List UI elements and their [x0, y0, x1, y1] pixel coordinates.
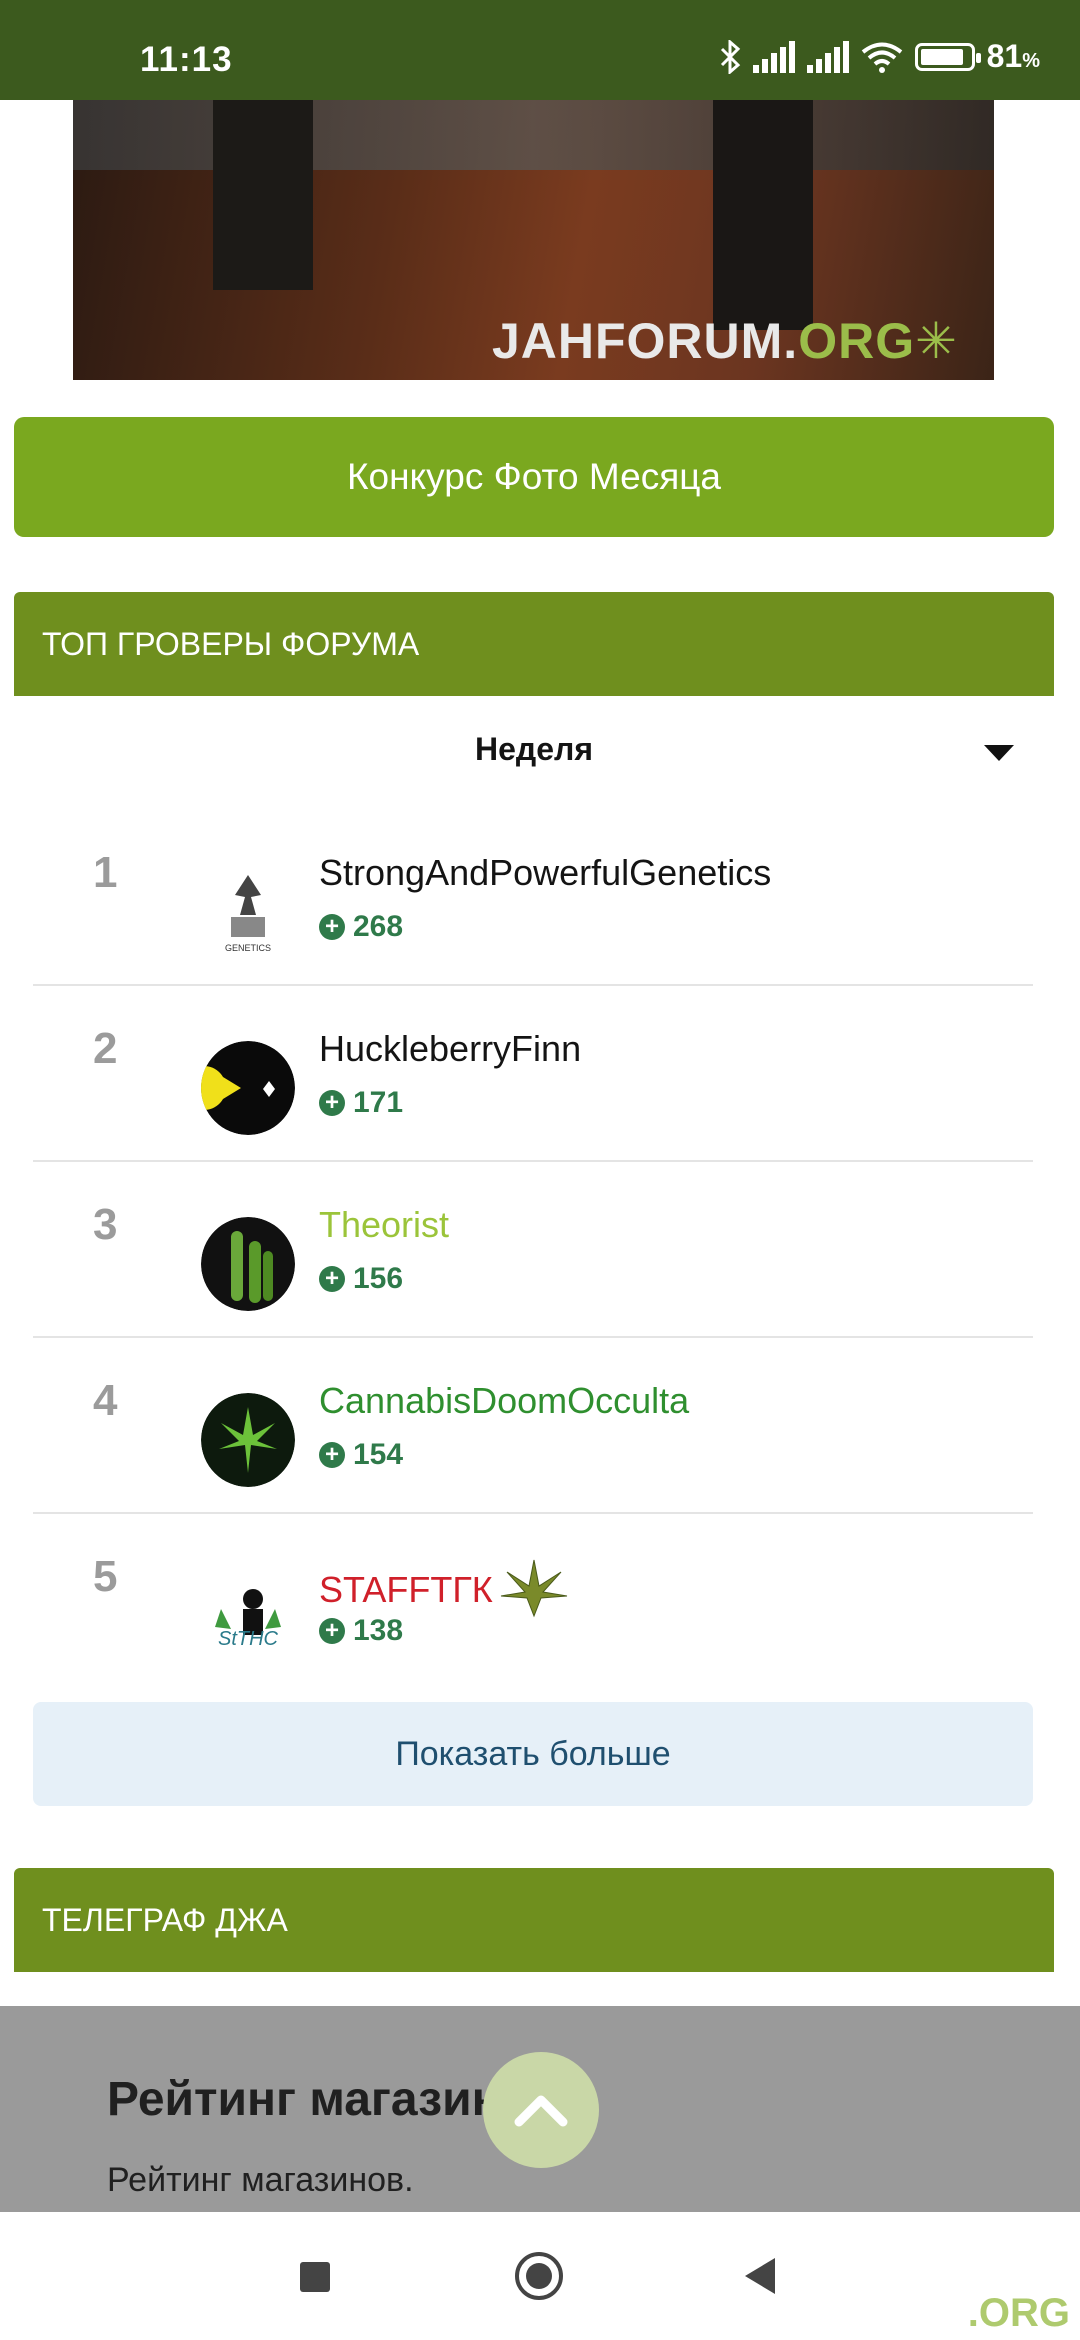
rank-number: 4	[93, 1376, 118, 1425]
contest-photo-banner[interactable]: JAHFORUM.ORG✳	[73, 100, 994, 380]
svg-text:GENETICS: GENETICS	[225, 943, 271, 953]
top-growers-header: ТОП ГРОВЕРЫ ФОРУМА	[14, 592, 1054, 696]
article-subtitle: Рейтинг магазинов.	[107, 2161, 414, 2199]
show-more-button[interactable]: Показать больше	[33, 1702, 1033, 1806]
username[interactable]: CannabisDoomOcculta	[319, 1380, 689, 1422]
plus-circle-icon: +	[319, 1442, 345, 1468]
scroll-to-top-button[interactable]	[483, 2052, 599, 2168]
list-item[interactable]: 4 CannabisDoomOcculta +154	[33, 1338, 1033, 1514]
status-icons: 81%	[719, 38, 1040, 75]
contest-button[interactable]: Конкурс Фото Месяца	[14, 417, 1054, 537]
plus-circle-icon: +	[319, 1618, 345, 1644]
username[interactable]: HuckleberryFinn	[319, 1028, 581, 1070]
username[interactable]: StrongAndPowerfulGenetics	[319, 852, 771, 894]
avatar[interactable]: GENETICS	[201, 865, 295, 959]
rank-number: 5	[93, 1552, 118, 1601]
battery-icon	[914, 42, 981, 71]
leaf-icon: ✳	[915, 313, 958, 369]
avatar[interactable]	[201, 1393, 295, 1487]
score: +138	[319, 1614, 403, 1648]
period-label: Неделя	[474, 730, 593, 767]
plus-circle-icon: +	[319, 1090, 345, 1116]
wifi-icon	[861, 41, 903, 73]
list-item[interactable]: 3 Theorist +156	[33, 1162, 1033, 1338]
battery-percent: 81%	[986, 38, 1040, 74]
rank-number: 1	[93, 848, 118, 897]
bluetooth-icon	[719, 39, 741, 74]
banner-table-leg	[713, 100, 813, 330]
avatar[interactable]	[201, 1041, 295, 1135]
banner-table-leg	[213, 100, 313, 290]
list-item[interactable]: 2 HuckleberryFinn +171	[33, 986, 1033, 1162]
status-time: 11:13	[140, 40, 233, 79]
list-item[interactable]: 1 GENETICS StrongAndPowerfulGenetics +26…	[33, 810, 1033, 986]
plus-circle-icon: +	[319, 1266, 345, 1292]
rank-number: 3	[93, 1200, 118, 1249]
signal-icon	[752, 40, 795, 73]
plus-circle-icon: +	[319, 914, 345, 940]
caret-down-icon	[984, 745, 1014, 761]
score: +171	[319, 1086, 403, 1120]
top-growers-list: 1 GENETICS StrongAndPowerfulGenetics +26…	[33, 810, 1033, 1688]
back-icon[interactable]	[745, 2258, 775, 2294]
score: +156	[319, 1262, 403, 1296]
banner-watermark: JAHFORUM.ORG✳	[491, 313, 958, 369]
svg-text:StTHC: StTHC	[218, 1628, 279, 1650]
score: +154	[319, 1438, 403, 1472]
home-icon[interactable]	[515, 2252, 563, 2300]
signal-icon-2	[806, 40, 849, 73]
status-bar: 11:13 81%	[0, 0, 1080, 100]
recents-icon[interactable]	[300, 2262, 330, 2292]
banner-wall	[73, 100, 994, 170]
chevron-up-icon	[514, 2095, 568, 2127]
list-item[interactable]: 5 StTHC STAFFTГК +138	[33, 1514, 1033, 1688]
period-select[interactable]: Неделя	[14, 700, 1054, 798]
avatar[interactable]	[201, 1217, 295, 1311]
avatar[interactable]: StTHC	[201, 1569, 295, 1663]
corner-watermark: .ORG	[967, 2291, 1070, 2335]
cannabis-leaf-icon	[497, 1556, 571, 1629]
score: +268	[319, 910, 403, 944]
system-nav-bar: .ORG	[0, 2212, 1080, 2340]
username[interactable]: Theorist	[319, 1204, 449, 1246]
rank-number: 2	[93, 1024, 118, 1073]
telegraph-header: ТЕЛЕГРАФ ДЖА	[14, 1868, 1054, 1972]
